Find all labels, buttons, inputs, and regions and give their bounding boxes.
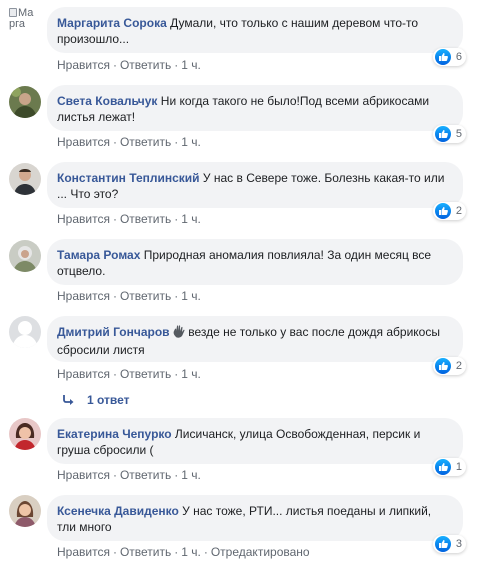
separator: · <box>174 212 179 226</box>
comment-bubble: Света Ковальчук Ни когда такого не было!… <box>47 85 463 131</box>
reaction-count[interactable]: 6 <box>432 48 466 66</box>
like-link[interactable]: Нравится <box>57 367 110 381</box>
like-link[interactable]: Нравится <box>57 545 110 559</box>
edited-label[interactable]: Отредактировано <box>211 545 310 559</box>
timestamp[interactable]: 1 ч. <box>181 58 201 72</box>
avatar[interactable] <box>9 418 41 450</box>
comment-bubble: Дмитрий Гончаров везде не только у вас п… <box>47 316 463 362</box>
thumbs-up-icon <box>434 536 451 552</box>
replies-count-label: 1 ответ <box>87 393 130 407</box>
timestamp[interactable]: 1 ч. <box>181 135 201 149</box>
separator: · <box>203 545 208 559</box>
like-link[interactable]: Нравится <box>57 468 110 482</box>
separator: · <box>174 135 179 149</box>
reaction-count[interactable]: 2 <box>432 357 466 375</box>
like-link[interactable]: Нравится <box>57 289 110 303</box>
comment-actions: Нравится · Ответить · 1 ч. <box>57 467 201 483</box>
reply-link[interactable]: Ответить <box>120 367 171 381</box>
reaction-count[interactable]: 1 <box>432 458 466 476</box>
avatar[interactable] <box>9 163 41 195</box>
reply-arrow-icon <box>63 395 74 405</box>
thumbs-up-icon <box>434 459 451 475</box>
comment-actions: Нравится · Ответить · 1 ч. <box>57 288 201 304</box>
comment-actions: Нравится · Ответить · 1 ч. <box>57 211 201 227</box>
comment-bubble: Тамара Ромах Природная аномалия повлияла… <box>47 239 463 285</box>
thumbs-up-icon <box>434 358 451 374</box>
reaction-number: 1 <box>455 461 462 473</box>
separator: · <box>174 468 179 482</box>
reaction-count[interactable]: 2 <box>432 202 466 220</box>
avatar[interactable] <box>9 86 41 118</box>
comment-author[interactable]: Ксенечка Давиденко <box>57 504 179 518</box>
like-link[interactable]: Нравится <box>57 135 110 149</box>
comment-author[interactable]: Тамара Ромах <box>57 248 140 262</box>
avatar[interactable]: Ма рга <box>9 8 43 40</box>
reply-link[interactable]: Ответить <box>120 212 171 226</box>
comment-author[interactable]: Екатерина Чепурко <box>57 427 172 441</box>
comment-bubble: Маргарита Сорока Думали, что только с на… <box>47 7 463 53</box>
reply-link[interactable]: Ответить <box>120 58 171 72</box>
reaction-count[interactable]: 3 <box>432 535 466 553</box>
timestamp[interactable]: 1 ч. <box>181 545 201 559</box>
like-link[interactable]: Нравится <box>57 58 110 72</box>
separator: · <box>112 367 117 381</box>
thumbs-up-icon <box>434 126 451 142</box>
separator: · <box>112 135 117 149</box>
reaction-number: 2 <box>455 205 462 217</box>
reply-link[interactable]: Ответить <box>120 468 171 482</box>
reply-link[interactable]: Ответить <box>120 545 171 559</box>
comment-author[interactable]: Константин Теплинский <box>57 171 200 185</box>
comment-author[interactable]: Дмитрий Гончаров <box>57 325 170 339</box>
separator: · <box>112 58 117 72</box>
timestamp[interactable]: 1 ч. <box>181 289 201 303</box>
avatar[interactable] <box>9 495 41 527</box>
hand-wave-icon <box>173 325 185 342</box>
comment-actions: Нравится · Ответить · 1 ч. <box>57 57 201 73</box>
separator: · <box>112 468 117 482</box>
reaction-number: 3 <box>455 538 462 550</box>
separator: · <box>112 212 117 226</box>
comment-bubble: Константин Теплинский У нас в Севере тож… <box>47 162 463 208</box>
timestamp[interactable]: 1 ч. <box>181 468 201 482</box>
comment-bubble: Ксенечка Давиденко У нас тоже, РТИ... ли… <box>47 495 463 541</box>
like-link[interactable]: Нравится <box>57 212 110 226</box>
reaction-number: 6 <box>455 51 462 63</box>
reaction-number: 2 <box>455 360 462 372</box>
reaction-number: 5 <box>455 128 462 140</box>
comment-bubble: Екатерина Чепурко Лисичанск, улица Освоб… <box>47 418 463 464</box>
comment-actions: Нравится · Ответить · 1 ч. · Отредактировано <box>57 544 310 560</box>
comment-actions: Нравится · Ответить · 1 ч. <box>57 366 201 382</box>
view-replies-link[interactable]: 1 ответ <box>62 393 130 407</box>
thumbs-up-icon <box>434 203 451 219</box>
reaction-count[interactable]: 5 <box>432 125 466 143</box>
timestamp[interactable]: 1 ч. <box>181 212 201 226</box>
separator: · <box>174 367 179 381</box>
reply-link[interactable]: Ответить <box>120 289 171 303</box>
separator: · <box>174 58 179 72</box>
comment-actions: Нравится · Ответить · 1 ч. <box>57 134 201 150</box>
separator: · <box>112 545 117 559</box>
avatar[interactable] <box>9 240 41 272</box>
separator: · <box>112 289 117 303</box>
avatar[interactable] <box>9 316 41 348</box>
comment-author[interactable]: Маргарита Сорока <box>57 16 167 30</box>
comment-author[interactable]: Света Ковальчук <box>57 94 157 108</box>
reply-link[interactable]: Ответить <box>120 135 171 149</box>
thumbs-up-icon <box>434 49 451 65</box>
separator: · <box>174 289 179 303</box>
broken-image-icon <box>9 8 17 17</box>
separator: · <box>174 545 179 559</box>
timestamp[interactable]: 1 ч. <box>181 367 201 381</box>
